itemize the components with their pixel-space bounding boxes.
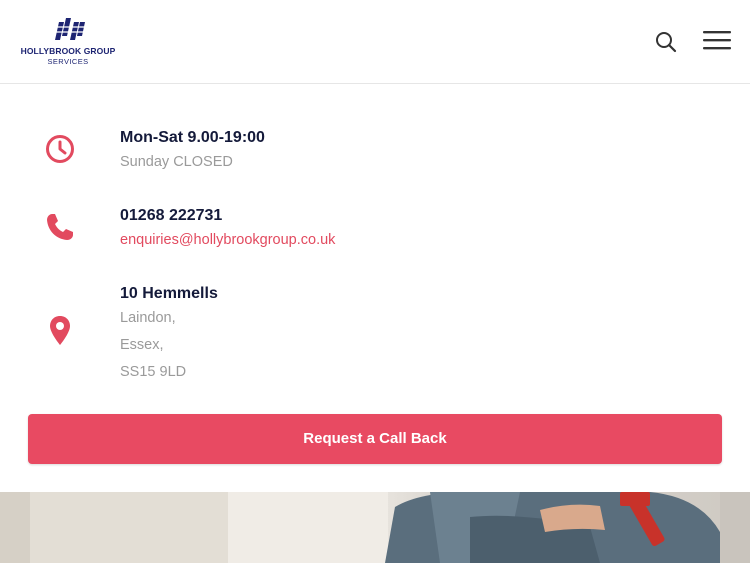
search-icon [656,32,677,53]
opening-hours: Mon-Sat 9.00-19:00 Sunday CLOSED [0,126,750,186]
address: 10 Hemmells Laindon, Essex, SS15 9LD [0,282,750,392]
search-button[interactable] [653,29,679,55]
logo-subtitle: SERVICES [47,57,89,66]
address-line: Essex, [120,337,164,353]
address-line: Laindon, [120,310,176,326]
logo-name: HOLLYBROOK GROUP [20,46,116,56]
logo[interactable]: HOLLYBROOK GROUP SERVICES [18,18,118,66]
menu-button[interactable] [702,29,732,53]
phone-number[interactable]: 01268 222731 [120,207,222,225]
phone-contact: 01268 222731 enquiries@hollybrookgroup.c… [0,204,750,264]
hamburger-menu-icon [703,31,731,50]
request-callback-button[interactable]: Request a Call Back [28,414,722,464]
clock-icon [46,135,74,163]
phone-icon [47,214,73,240]
site-header: HOLLYBROOK GROUP SERVICES [0,0,750,84]
hours-note: Sunday CLOSED [120,154,233,170]
address-line: SS15 9LD [120,364,187,380]
email-link[interactable]: enquiries@hollybrookgroup.co.uk [120,232,335,248]
hero-image [0,492,750,563]
address-street: 10 Hemmells [120,285,218,302]
plumber-photo [0,492,750,563]
hours-title: Mon-Sat 9.00-19:00 [120,129,265,146]
logo-mark-icon [51,18,85,40]
map-pin-icon [50,316,70,345]
